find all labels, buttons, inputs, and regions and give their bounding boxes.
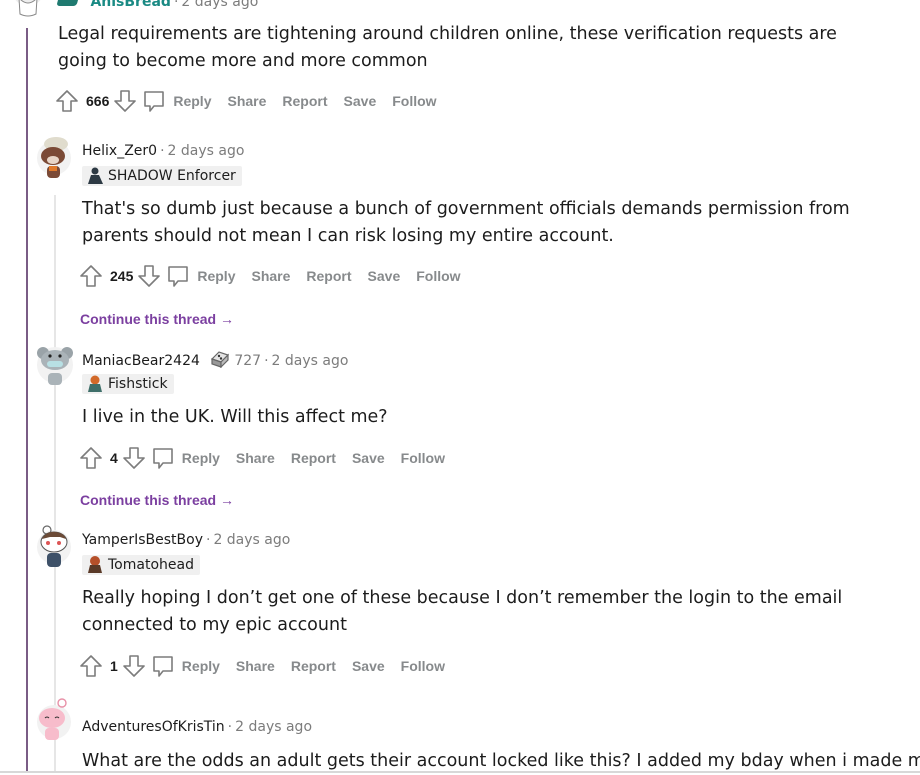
avatar[interactable] xyxy=(36,525,72,567)
avatar[interactable] xyxy=(36,136,72,178)
timestamp[interactable]: 2 days ago xyxy=(168,143,245,159)
flair-icon xyxy=(56,0,80,6)
tomatohead-flair-icon xyxy=(86,555,104,573)
user-flair: SHADOW Enforcer xyxy=(82,166,242,186)
upvote-icon[interactable] xyxy=(55,89,79,113)
downvote-icon[interactable] xyxy=(113,89,137,113)
comment-meta: AnisBread · 2 days ago xyxy=(56,0,258,10)
username[interactable]: Helix_Zer0 xyxy=(82,143,157,159)
thread-collapse-line-nested[interactable] xyxy=(54,195,56,773)
comment-bubble-icon[interactable] xyxy=(150,653,176,679)
vote-score: 666 xyxy=(86,93,110,109)
vote-score: 1 xyxy=(110,658,118,674)
avatar[interactable] xyxy=(36,698,72,740)
comment-bubble-icon[interactable] xyxy=(141,88,167,114)
timestamp[interactable]: 2 days ago xyxy=(272,353,349,369)
comment-body: I live in the UK. Will this affect me? xyxy=(82,407,388,427)
share-button[interactable]: Share xyxy=(227,93,266,109)
username[interactable]: YamperIsBestBoy xyxy=(82,532,203,548)
vote-score: 245 xyxy=(110,268,134,284)
karma-dice-icon xyxy=(210,350,230,369)
username[interactable]: ManiacBear2424 xyxy=(82,353,200,369)
follow-button[interactable]: Follow xyxy=(401,658,445,674)
user-flair: Tomatohead xyxy=(82,555,200,575)
report-button[interactable]: Report xyxy=(306,268,351,284)
username[interactable]: AnisBread xyxy=(90,0,170,10)
timestamp[interactable]: 2 days ago xyxy=(235,719,312,735)
comment-actions: 1 Reply Share Report Save Follow xyxy=(79,654,461,678)
comment-bubble-icon[interactable] xyxy=(165,263,191,289)
comment-body: That's so dumb just because a bunch of g… xyxy=(82,199,850,246)
save-button[interactable]: Save xyxy=(352,450,385,466)
save-button[interactable]: Save xyxy=(368,268,401,284)
comment-meta: YamperIsBestBoy · 2 days ago xyxy=(82,532,291,548)
share-button[interactable]: Share xyxy=(236,450,275,466)
avatar[interactable] xyxy=(36,343,73,385)
comment-body: Legal requirements are tightening around… xyxy=(58,24,837,71)
report-button[interactable]: Report xyxy=(291,450,336,466)
downvote-icon[interactable] xyxy=(122,654,146,678)
snoo-avatar-icon xyxy=(37,347,73,385)
report-button[interactable]: Report xyxy=(291,658,336,674)
timestamp[interactable]: 2 days ago xyxy=(181,0,258,10)
snoo-avatar-icon xyxy=(37,525,71,567)
follow-button[interactable]: Follow xyxy=(401,450,445,466)
username[interactable]: AdventuresOfKrisTin xyxy=(82,719,225,735)
comment-body: Really hoping I don’t get one of these b… xyxy=(82,588,843,635)
karma-count: 727 xyxy=(234,353,262,369)
shadow-enforcer-flair-icon xyxy=(86,166,104,184)
thread-collapse-line[interactable] xyxy=(26,28,28,773)
continue-thread-link[interactable]: Continue this thread → xyxy=(80,311,234,327)
share-button[interactable]: Share xyxy=(236,658,275,674)
snoo-avatar-icon xyxy=(15,0,41,17)
share-button[interactable]: Share xyxy=(251,268,290,284)
comment-bubble-icon[interactable] xyxy=(150,445,176,471)
downvote-icon[interactable] xyxy=(122,446,146,470)
comment-meta: Helix_Zer0 · 2 days ago xyxy=(82,143,245,159)
save-button[interactable]: Save xyxy=(344,93,377,109)
snoo-avatar-icon xyxy=(37,137,71,178)
reply-button[interactable]: Reply xyxy=(173,93,211,109)
comment-meta: AdventuresOfKrisTin · 2 days ago xyxy=(82,719,313,735)
upvote-icon[interactable] xyxy=(79,654,103,678)
avatar[interactable] xyxy=(10,0,46,18)
vote-score: 4 xyxy=(110,450,118,466)
upvote-icon[interactable] xyxy=(79,264,103,288)
user-flair: Fishstick xyxy=(82,374,174,394)
upvote-icon[interactable] xyxy=(79,446,103,470)
downvote-icon[interactable] xyxy=(137,264,161,288)
follow-button[interactable]: Follow xyxy=(416,268,460,284)
comment-actions: 4 Reply Share Report Save Follow xyxy=(79,446,461,470)
comment-actions: 245 Reply Share Report Save Follow xyxy=(79,264,477,288)
snoo-avatar-icon xyxy=(37,698,71,740)
reply-button[interactable]: Reply xyxy=(182,658,220,674)
report-button[interactable]: Report xyxy=(282,93,327,109)
save-button[interactable]: Save xyxy=(352,658,385,674)
timestamp[interactable]: 2 days ago xyxy=(213,532,290,548)
comment-actions: 666 Reply Share Report Save Follow xyxy=(55,89,453,113)
reply-button[interactable]: Reply xyxy=(197,268,235,284)
reply-button[interactable]: Reply xyxy=(182,450,220,466)
follow-button[interactable]: Follow xyxy=(392,93,436,109)
comment-meta: ManiacBear2424 727 · 2 days ago xyxy=(82,350,348,369)
fishstick-flair-icon xyxy=(86,374,104,392)
continue-thread-link[interactable]: Continue this thread → xyxy=(80,492,234,508)
